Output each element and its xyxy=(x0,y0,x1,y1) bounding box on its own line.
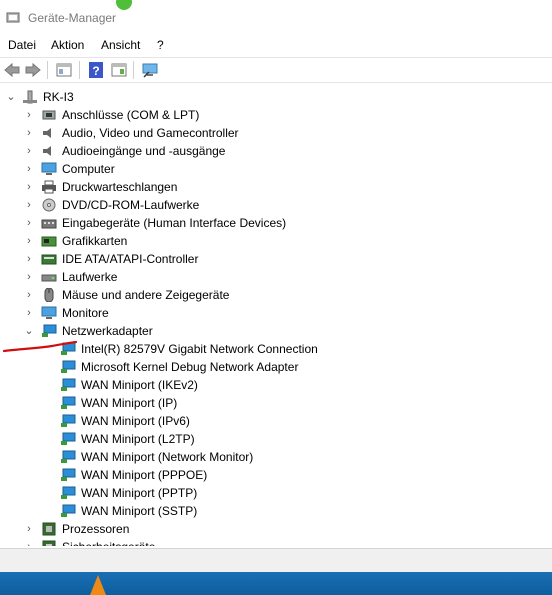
chevron-right-icon[interactable]: › xyxy=(24,304,34,322)
category-label: Anschlüsse (COM & LPT) xyxy=(62,108,200,122)
chevron-right-icon[interactable]: › xyxy=(24,286,34,304)
computer-root-icon xyxy=(23,90,37,104)
cpu-icon xyxy=(42,522,56,536)
chevron-right-icon[interactable]: › xyxy=(24,142,34,160)
menu-bar: Datei Aktion Ansicht ? xyxy=(0,36,552,54)
chevron-right-icon[interactable]: › xyxy=(24,160,34,178)
category-label: Eingabegeräte (Human Interface Devices) xyxy=(62,216,287,230)
network-adapter-icon xyxy=(61,504,76,517)
speaker-icon xyxy=(43,128,51,138)
toolbar-separator xyxy=(79,61,80,79)
chevron-right-icon[interactable]: › xyxy=(24,124,34,142)
category-label: IDE ATA/ATAPI-Controller xyxy=(62,252,199,266)
category-label: Laufwerke xyxy=(62,270,118,284)
network-icon xyxy=(42,324,57,337)
keyboard-icon xyxy=(41,219,57,229)
chevron-right-icon[interactable]: › xyxy=(24,268,34,286)
toolbar-separator xyxy=(47,61,48,79)
adapter-label: WAN Miniport (SSTP) xyxy=(81,504,198,518)
menu-view[interactable]: Ansicht xyxy=(101,38,140,52)
ide-icon xyxy=(41,254,57,265)
toolbar: ? xyxy=(0,57,552,83)
device-tree: ⌄ RK-I3 › Anschlüsse (COM & LPT) › Audio… xyxy=(0,86,552,546)
speaker-icon xyxy=(43,146,51,156)
computer-icon xyxy=(41,162,57,175)
chevron-right-icon[interactable]: › xyxy=(24,232,34,250)
menu-help[interactable]: ? xyxy=(157,38,164,52)
update-driver-icon[interactable] xyxy=(110,61,128,79)
chevron-right-icon[interactable]: › xyxy=(24,250,34,268)
network-adapter-icon xyxy=(61,432,76,445)
category-label: Grafikkarten xyxy=(62,234,128,248)
device-manager-icon xyxy=(6,12,20,23)
network-adapter-icon xyxy=(61,414,76,427)
status-bar xyxy=(0,548,552,573)
network-adapter-icon xyxy=(61,378,76,391)
taskbar xyxy=(0,572,552,595)
adapter-label: WAN Miniport (PPPOE) xyxy=(81,468,208,482)
category-label: Monitore xyxy=(62,306,109,320)
adapter-label: WAN Miniport (IP) xyxy=(81,396,178,410)
forward-arrow-icon[interactable] xyxy=(24,61,42,79)
category-label: Audioeingänge und -ausgänge xyxy=(62,144,226,158)
category-label: Netzwerkadapter xyxy=(62,324,153,338)
drive-icon xyxy=(41,274,57,282)
chevron-down-icon[interactable]: ⌄ xyxy=(24,322,34,340)
monitor-icon xyxy=(41,306,57,319)
chevron-right-icon[interactable]: › xyxy=(24,196,34,214)
menu-file[interactable]: Datei xyxy=(8,38,36,52)
chevron-down-icon[interactable]: ⌄ xyxy=(6,88,16,106)
network-adapter-icon xyxy=(61,450,76,463)
printer-icon xyxy=(42,180,56,194)
network-adapter-icon xyxy=(61,486,76,499)
adapter-label: Intel(R) 82579V Gigabit Network Connecti… xyxy=(81,342,318,356)
port-icon xyxy=(42,110,56,120)
adapter-label: WAN Miniport (PPTP) xyxy=(81,486,198,500)
back-arrow-icon[interactable] xyxy=(3,61,21,79)
adapter-label: WAN Miniport (IPv6) xyxy=(81,414,190,428)
adapter-label: WAN Miniport (IKEv2) xyxy=(81,378,198,392)
network-adapter-icon xyxy=(61,468,76,481)
annotation-underline xyxy=(2,340,78,353)
category-label: DVD/CD-ROM-Laufwerke xyxy=(62,198,200,212)
properties-view-icon[interactable] xyxy=(55,61,73,79)
category-label: Audio, Video und Gamecontroller xyxy=(62,126,239,140)
title-bar: Geräte-Manager xyxy=(0,0,552,32)
vlc-cone-icon[interactable] xyxy=(90,575,106,595)
mouse-icon xyxy=(44,288,54,302)
adapter-label: WAN Miniport (Network Monitor) xyxy=(81,450,254,464)
category-label: Computer xyxy=(62,162,115,176)
category-label: Mäuse und andere Zeigegeräte xyxy=(62,288,230,302)
dvd-icon xyxy=(42,198,56,212)
category-label: Druckwarteschlangen xyxy=(62,180,178,194)
scan-hardware-icon[interactable] xyxy=(141,61,159,79)
category-label: Sicherheitsgeräte xyxy=(62,538,155,546)
notification-dot-icon xyxy=(116,0,132,10)
chevron-right-icon[interactable]: › xyxy=(24,538,34,546)
network-adapter-icon xyxy=(61,396,76,409)
window-title: Geräte-Manager xyxy=(28,11,117,25)
adapter-label: Microsoft Kernel Debug Network Adapter xyxy=(81,360,299,374)
category-label: Prozessoren xyxy=(62,522,130,536)
help-icon[interactable]: ? xyxy=(87,61,105,79)
menu-action[interactable]: Aktion xyxy=(51,38,84,52)
gpu-icon xyxy=(41,236,57,247)
security-icon xyxy=(42,540,56,546)
chevron-right-icon[interactable]: › xyxy=(24,520,34,538)
network-adapter-icon xyxy=(61,360,76,373)
tree-root-label: RK-I3 xyxy=(43,90,74,104)
toolbar-separator xyxy=(133,61,134,79)
adapter-label: WAN Miniport (L2TP) xyxy=(81,432,195,446)
chevron-right-icon[interactable]: › xyxy=(24,178,34,196)
svg-text:?: ? xyxy=(92,64,99,78)
chevron-right-icon[interactable]: › xyxy=(24,106,34,124)
chevron-right-icon[interactable]: › xyxy=(24,214,34,232)
